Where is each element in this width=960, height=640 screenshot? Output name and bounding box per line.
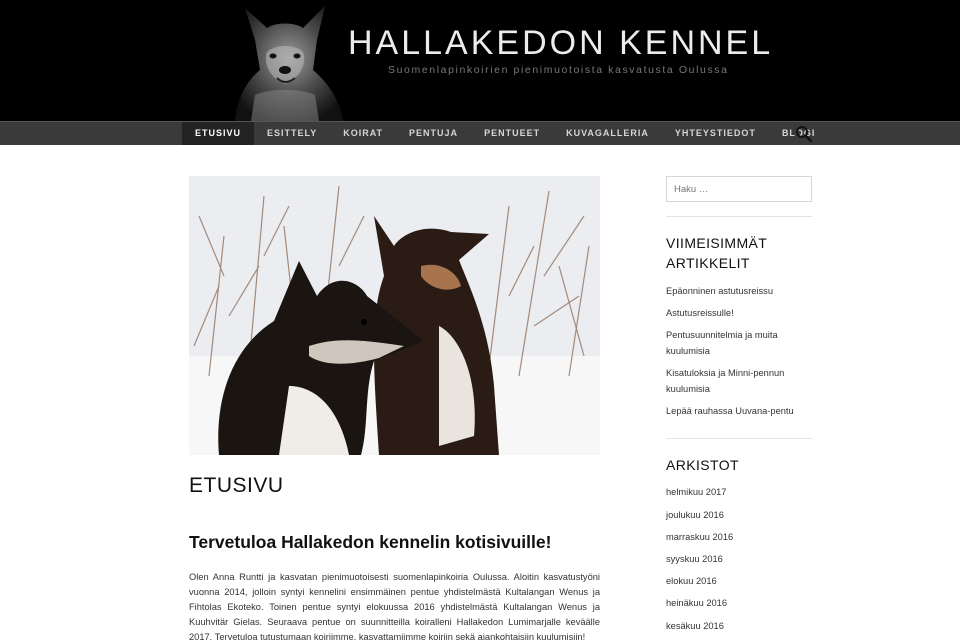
archive-link[interactable]: helmikuu 2017: [666, 484, 816, 500]
nav-item-etusivu[interactable]: ETUSIVU: [182, 122, 255, 145]
nav-menu: ETUSIVU ESITTELY KOIRAT PENTUJA PENTUEET…: [182, 122, 828, 146]
site-description: Suomenlapinkoirien pienimuotoista kasvat…: [388, 64, 729, 76]
page-title: ETUSIVU: [189, 474, 284, 497]
dog-logo-image[interactable]: [215, 0, 355, 121]
hero-dogs-photo: [189, 176, 600, 455]
recent-post-link[interactable]: Pentusuunnitelmia ja muita kuulumisia: [666, 327, 796, 359]
nav-item-esittely[interactable]: ESITTELY: [254, 122, 330, 145]
nav-item-pentueet[interactable]: PENTUEET: [471, 122, 553, 145]
search-input[interactable]: [666, 176, 812, 202]
nav-item-pentuja[interactable]: PENTUJA: [396, 122, 471, 145]
sidebar-divider: [666, 438, 812, 439]
nav-item-yhteystiedot[interactable]: YHTEYSTIEDOT: [662, 122, 769, 145]
archive-link[interactable]: kesäkuu 2016: [666, 618, 816, 634]
main-navigation: ETUSIVU ESITTELY KOIRAT PENTUJA PENTUEET…: [0, 121, 960, 145]
post-heading: Tervetuloa Hallakedon kennelin kotisivui…: [189, 532, 552, 552]
nav-item-koirat[interactable]: KOIRAT: [330, 122, 396, 145]
archive-link[interactable]: marraskuu 2016: [666, 529, 816, 545]
recent-post-link[interactable]: Astutusreissulle!: [666, 305, 816, 321]
search-icon[interactable]: [795, 125, 813, 143]
intro-paragraph: Olen Anna Runtti ja kasvatan pienimuotoi…: [189, 572, 600, 640]
site-title[interactable]: HALLAKEDON KENNEL: [348, 24, 773, 63]
archive-link[interactable]: heinäkuu 2016: [666, 595, 816, 611]
sidebar-divider: [666, 216, 812, 217]
recent-post-link[interactable]: Epäonninen astutusreissu: [666, 283, 816, 299]
recent-post-link[interactable]: Lepää rauhassa Uuvana-pentu: [666, 403, 816, 419]
archive-link[interactable]: syyskuu 2016: [666, 551, 816, 567]
archive-link[interactable]: joulukuu 2016: [666, 507, 816, 523]
nav-item-kuvagalleria[interactable]: KUVAGALLERIA: [553, 122, 662, 145]
archive-link[interactable]: elokuu 2016: [666, 573, 816, 589]
archives-title: ARKISTOT: [666, 457, 739, 473]
recent-post-link[interactable]: Kisatuloksia ja Minni-pennun kuulumisia: [666, 365, 796, 397]
recent-posts-title: VIIMEISIMMÄT ARTIKKELIT: [666, 235, 767, 271]
site-header: HALLAKEDON KENNEL Suomenlapinkoirien pie…: [0, 0, 960, 121]
